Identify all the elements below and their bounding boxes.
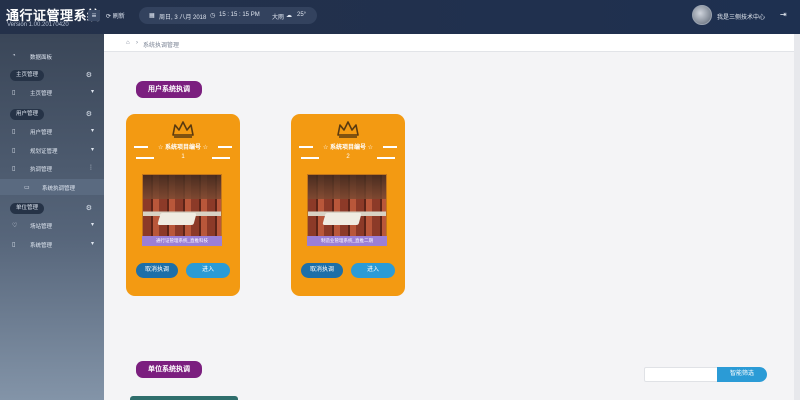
sidebar-item-label: 执调管理 [30,167,53,173]
scrollbar[interactable] [794,34,800,400]
library-image [307,174,387,242]
section-user-system[interactable]: 用户系统执调 [136,81,202,98]
breadcrumb-current: 系统执调管理 [143,43,180,49]
breadcrumb-separator: › [136,40,138,46]
document-icon: ▯ [12,129,16,135]
enter-button[interactable]: 进入 [351,263,395,278]
weather-text: 大雨 [272,15,285,21]
project-card: ☆ 系统项目编号 ☆ 2 制造业管理系统_直推二期 取消执调 进入 [291,114,405,296]
chevron-down-icon: ▾ [90,89,94,95]
card-top-edge [130,396,238,400]
sidebar-item-label: 场站管理 [30,224,53,230]
sidebar-item-dashboard[interactable]: ◔ 数据面板 [0,48,104,64]
top-bar: 通行证管理系统 Version 1.00.20170420 ≡ ⟳ 刷新 ▦ 周… [0,0,800,34]
time-text: 15 : 15 : 15 PM [219,12,260,18]
cancel-dispatch-button[interactable]: 取消执调 [301,263,343,278]
document-icon: ▯ [12,166,16,172]
gear-icon[interactable]: ⚙ [86,110,92,118]
project-card: ☆ 系统项目编号 ☆ 1 通行证管理系统_直推科技 取消执调 进入 [126,114,240,296]
library-image [142,174,222,242]
cloud-icon: ☁ [286,13,292,19]
refresh-label: 刷新 [112,14,125,20]
card-number: 1 [181,154,185,160]
app-version: Version 1.00.20170420 [7,22,69,28]
temperature-text: 25° [297,12,307,18]
gear-icon[interactable]: ⚙ [86,204,92,212]
sidebar-item-label: 系统管理 [30,243,53,249]
chevron-down-icon: ▾ [90,241,94,247]
crown-icon [337,121,359,138]
card-caption: 通行证管理系统_直推科技 [142,236,222,246]
sidebar-item-permits[interactable]: ▯ 规划证管理 ▾ [0,142,104,158]
sidebar-item-stations[interactable]: ♡ 场站管理 ▾ [0,217,104,233]
gear-icon[interactable]: ⚙ [86,71,92,79]
refresh-button[interactable]: ⟳ 刷新 [106,11,125,20]
document-icon: ▯ [12,90,16,96]
sidebar-item-home-manage[interactable]: ▯ 主页管理 ▾ [0,84,104,100]
search-input[interactable] [644,367,719,382]
sidebar: ◔ 数据面板 主页管理 ⚙ ▯ 主页管理 ▾ 用户管理 ⚙ ▯ 用户管理 ▾ ▯… [0,34,104,400]
card-number: 2 [346,154,350,160]
image-shelf [143,175,221,199]
sidebar-item-label: 数据面板 [30,55,53,61]
sidebar-item-label: 规划证管理 [30,149,58,155]
cancel-dispatch-button[interactable]: 取消执调 [136,263,178,278]
user-name[interactable]: 我是三侧技术中心 [717,12,765,21]
sidebar-item-label: 用户管理 [30,130,53,136]
sidebar-group-units: 单位管理 [10,203,45,214]
smart-filter-button[interactable]: 智能筛选 [717,367,767,382]
home-icon[interactable]: ⌂ [126,40,130,46]
sidebar-item-users[interactable]: ▯ 用户管理 ▾ [0,123,104,139]
calendar-icon: ▦ [149,13,155,19]
sidebar-item-dispatch[interactable]: ▯ 执调管理 ⋮ [0,160,104,176]
chevron-down-icon: ▾ [90,128,94,134]
document-icon: ▯ [12,148,16,154]
sidebar-item-system[interactable]: ▯ 系统管理 ▾ [0,236,104,252]
menu-toggle-icon[interactable]: ≡ [88,10,100,21]
chevron-down-icon: ▾ [90,222,94,228]
image-book [322,213,362,225]
breadcrumb: ⌂ › 系统执调管理 [104,34,800,52]
more-vertical-icon: ⋮ [88,165,94,171]
clock-icon: ◷ [210,13,216,19]
image-shelf [308,175,386,199]
sidebar-subitem-system-dispatch[interactable]: ▭ 系统执调管理 [0,179,104,195]
sidebar-group-home: 主页管理 [10,70,45,81]
list-icon: ▭ [24,185,30,191]
sidebar-item-label: 主页管理 [30,91,53,97]
datetime-weather-pill: ▦ 周日, 3 八月 2018 ◷ 15 : 15 : 15 PM 大雨 ☁ 2… [139,7,317,24]
main-content: ⌂ › 系统执调管理 用户系统执调 ☆ 系统项目编号 ☆ 1 通行证管理系统_直… [104,34,800,400]
card-title: ☆ 系统项目编号 ☆ [157,145,209,151]
sidebar-item-label: 系统执调管理 [42,186,76,192]
avatar[interactable] [692,5,712,25]
section-unit-system[interactable]: 单位系统执调 [136,361,202,378]
card-title-text: 系统项目编号 [329,145,366,151]
card-title-text: 系统项目编号 [164,145,201,151]
date-text: 周日, 3 八月 2018 [159,15,207,21]
card-caption: 制造业管理系统_直推二期 [307,236,387,246]
document-icon: ▯ [12,242,16,248]
logout-icon[interactable]: ⇥ [780,10,787,19]
chevron-down-icon: ▾ [90,147,94,153]
sidebar-group-users: 用户管理 [10,109,45,120]
card-title: ☆ 系统项目编号 ☆ [322,145,374,151]
dashboard-icon: ◔ [12,53,16,59]
image-book [157,213,197,225]
enter-button[interactable]: 进入 [186,263,230,278]
heart-icon: ♡ [12,223,18,229]
crown-icon [172,121,194,138]
